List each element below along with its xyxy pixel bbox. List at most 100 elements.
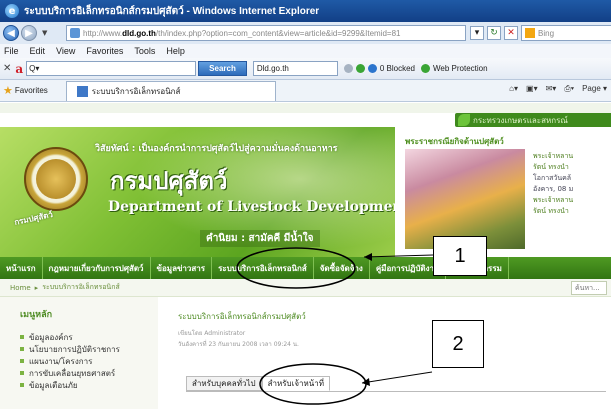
favorites-star-icon[interactable]: ★ — [3, 84, 13, 97]
web-protection-button[interactable]: Web Protection — [421, 64, 488, 73]
url-path: /th/index.php?option=com_content&view=ar… — [155, 28, 401, 38]
tab-favicon-icon — [76, 85, 88, 97]
tab-staff[interactable]: สำหรับเจ้าหน้าที่ — [261, 376, 331, 391]
back-button[interactable]: ◀ — [3, 25, 19, 41]
url-prefix: http://www. — [83, 28, 123, 38]
refresh-icon[interactable]: ↻ — [487, 26, 501, 40]
sidebar-item-strategy[interactable]: การขับเคลื่อนยุทธศาสตร์ — [20, 367, 158, 379]
ministry-leaf-icon — [458, 114, 470, 126]
favorites-label[interactable]: Favorites — [15, 86, 48, 95]
bullet-icon — [20, 359, 24, 363]
tab-underline — [186, 391, 606, 392]
banner-motto: คำนิยม : สามัคคี มีน้ำใจ — [200, 230, 320, 247]
news-title: พระราชกรณียกิจด้านปศุสัตว์ — [405, 137, 504, 146]
url-host: dld.go.th — [122, 28, 156, 38]
nav-e-service[interactable]: ระบบบริการอิเล็กทรอนิกส์ — [212, 257, 314, 279]
menu-file[interactable]: File — [4, 46, 19, 56]
print-icon[interactable]: ⎙▾ — [564, 84, 574, 94]
web-page: กระทรวงเกษตรและสหกรณ์ วิสัยทัศน์ : เป็นอ… — [0, 103, 611, 409]
internet-explorer-icon: e — [5, 4, 19, 18]
shield-check-icon — [355, 64, 365, 73]
bullet-icon — [20, 371, 24, 375]
article-area: ระบบบริการอิเล็กทรอนิกส์กรมปศุสัตว์ เขีย… — [170, 297, 610, 409]
toolbar-search-value: Q▾ — [29, 64, 40, 73]
bullet-icon — [20, 347, 24, 351]
site-box[interactable]: Dld.go.th — [252, 61, 338, 76]
ministry-badge[interactable]: กระทรวงเกษตรและสหกรณ์ — [455, 113, 611, 127]
window-title: ระบบบริการอิเล็กทรอนิกส์กรมปศุสัตว์ - Wi… — [24, 5, 320, 17]
audience-tabs: สำหรับบุคคลทั่วไป สำหรับเจ้าหน้าที่ — [186, 376, 331, 391]
home-icon[interactable]: ⌂▾ — [509, 84, 518, 94]
page-menu[interactable]: Page ▾ — [582, 84, 607, 94]
bing-logo-icon — [525, 28, 535, 38]
breadcrumb-current: ระบบบริการอิเล็กทรอนิกส์ — [42, 283, 120, 291]
menu-favorites[interactable]: Favorites — [86, 46, 123, 56]
news-text: พระเจ้าหลาน รัตน์ ทรงนำ โอกาสวันคล้ อังค… — [533, 151, 609, 217]
breadcrumb-separator-icon: ▸ — [34, 283, 39, 292]
news-line[interactable]: พระเจ้าหลาน — [533, 195, 609, 206]
toolbar-search-input[interactable]: Q▾ — [26, 61, 197, 76]
forward-button[interactable]: ▶ — [21, 25, 37, 41]
article-author: เขียนโดย Administrator — [178, 330, 246, 337]
sidebar-heading: เมนูหลัก — [20, 310, 53, 320]
nav-procurement[interactable]: จัดซื้อจัดจ้าง — [314, 257, 370, 279]
close-toolbar-icon[interactable]: ✕ — [3, 63, 11, 74]
sidebar-item-alerts[interactable]: ข้อมูลเตือนภัย — [20, 379, 158, 391]
bullet-icon — [20, 335, 24, 339]
sidebar-item-label: ข้อมูลเตือนภัย — [29, 380, 78, 390]
address-input[interactable]: http://www. dld.go.th /th/index.php?opti… — [66, 25, 466, 41]
menu-help[interactable]: Help — [166, 46, 185, 56]
window-title-bar: e ระบบบริการอิเล็กทรอนิกส์กรมปศุสัตว์ - … — [0, 0, 611, 22]
sidebar: เมนูหลัก ข้อมูลองค์กร นโยบายการปฏิบัติรา… — [0, 297, 158, 409]
nav-home[interactable]: หน้าแรก — [0, 257, 43, 279]
feeds-icon[interactable]: ▣▾ — [526, 84, 538, 94]
menu-view[interactable]: View — [56, 46, 75, 56]
department-seal-icon — [24, 147, 88, 211]
search-toolbar: ✕ a Q▾ Search Dld.go.th 0 Blocked Web Pr… — [0, 58, 611, 80]
news-photo[interactable] — [405, 149, 525, 249]
sidebar-item-organization[interactable]: ข้อมูลองค์กร — [20, 331, 158, 343]
callout-2-label: 2 — [452, 332, 464, 355]
compatibility-icon[interactable]: ▾ — [470, 26, 484, 40]
news-line: อังคาร, 08 ม — [533, 185, 574, 193]
news-line: โอกาสวันคล้ — [533, 174, 572, 182]
callout-1: 1 — [433, 236, 487, 276]
news-line[interactable]: รัตน์ ทรงนำ — [533, 206, 609, 217]
top-strip — [0, 103, 611, 113]
favorites-bar: ★ Favorites ระบบบริการอิเล็กทรอนิกส์ ⌂▾ … — [0, 80, 611, 102]
news-line[interactable]: พระเจ้าหลาน — [533, 151, 609, 162]
site-nav-bar: หน้าแรก กฎหมายเกี่ยวกับการปศุสัตว์ ข้อมู… — [0, 257, 611, 279]
sidebar-item-plans[interactable]: แผนงาน/โครงการ — [20, 355, 158, 367]
breadcrumb-home[interactable]: Home — [10, 284, 31, 292]
page-favicon-icon — [70, 28, 80, 38]
site-search-input[interactable]: ค้นหา... — [571, 281, 607, 295]
banner-slogan: วิสัยทัศน์ : เป็นองค์กรนำการปศุสัตว์ไปสู… — [95, 144, 338, 154]
mail-icon[interactable]: ✉▾ — [546, 84, 557, 94]
web-protection-icon — [421, 64, 430, 73]
bing-search-input[interactable]: Bing — [521, 25, 611, 41]
nav-livestock-law[interactable]: กฎหมายเกี่ยวกับการปศุสัตว์ — [43, 257, 151, 279]
menu-bar: File Edit View Favorites Tools Help — [0, 44, 611, 58]
bing-placeholder: Bing — [538, 28, 555, 38]
sidebar-item-policy[interactable]: นโยบายการปฏิบัติราชการ — [20, 343, 158, 355]
history-dropdown-icon[interactable]: ▼ — [42, 29, 47, 37]
ministry-name: กระทรวงเกษตรและสหกรณ์ — [473, 115, 568, 125]
menu-edit[interactable]: Edit — [30, 46, 46, 56]
bullet-icon — [20, 383, 24, 387]
nav-news[interactable]: ข้อมูลข่าวสาร — [151, 257, 213, 279]
menu-tools[interactable]: Tools — [134, 46, 155, 56]
stop-icon[interactable]: ✕ — [504, 26, 518, 40]
department-name-thai: กรมปศุสัตว์ — [110, 167, 228, 195]
site-banner: วิสัยทัศน์ : เป็นองค์กรนำการปศุสัตว์ไปสู… — [0, 127, 395, 257]
blocked-indicator[interactable]: 0 Blocked — [343, 64, 415, 73]
web-protection-label: Web Protection — [433, 64, 488, 73]
tab-general-public[interactable]: สำหรับบุคคลทั่วไป — [186, 376, 262, 391]
ask-logo-icon: a — [15, 61, 24, 76]
blocked-count: 0 Blocked — [379, 64, 415, 73]
royal-news-box: พระราชกรณียกิจด้านปศุสัตว์ พระเจ้าหลาน ร… — [395, 127, 611, 257]
article-date: วันอังคารที่ 23 กันยายน 2008 เวลา 09:24 … — [178, 341, 299, 348]
toolbar-search-button[interactable]: Search — [198, 61, 247, 76]
browser-tab[interactable]: ระบบบริการอิเล็กทรอนิกส์ — [65, 80, 276, 101]
news-line[interactable]: รัตน์ ทรงนำ — [533, 162, 609, 173]
department-name-english: Department of Livestock Development — [108, 199, 395, 215]
